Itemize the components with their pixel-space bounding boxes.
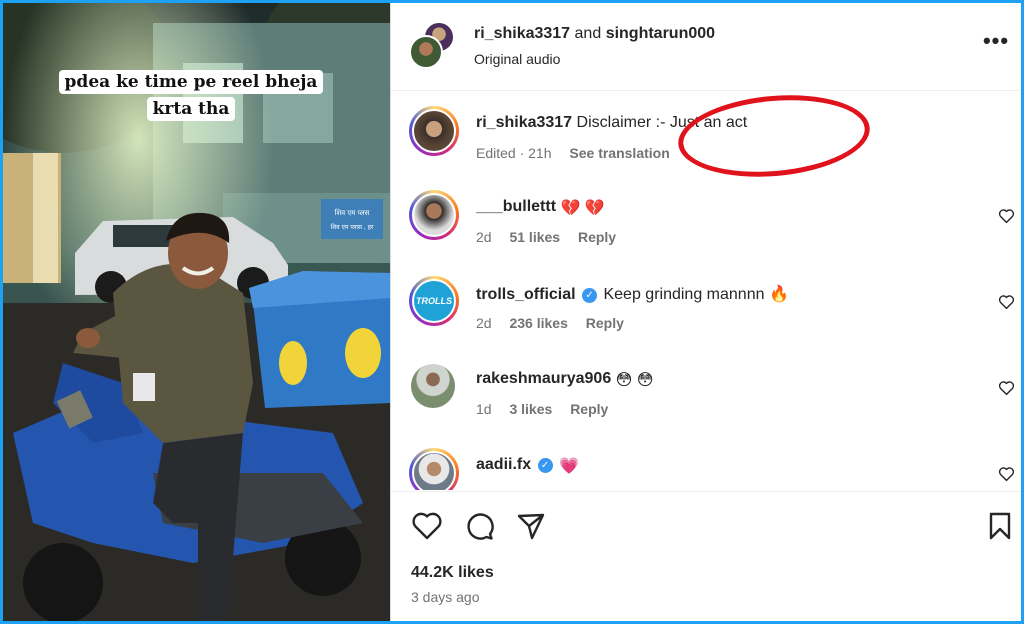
avatar[interactable]: TROLLS [409, 276, 459, 326]
comment-row: aadii.fx ✓ 💗 [391, 444, 1021, 490]
comment-likes[interactable]: 236 likes [509, 315, 567, 331]
username-link[interactable]: ri_shika3317 [474, 25, 570, 42]
save-bookmark-icon[interactable] [984, 510, 1016, 542]
post-likes-count[interactable]: 44.2K likes [411, 564, 494, 582]
verified-badge-icon: ✓ [582, 288, 598, 303]
avatar[interactable] [409, 190, 459, 240]
share-paper-plane-icon[interactable] [515, 510, 547, 542]
shop-sign-text-2: शिव एम प्लास , हर [331, 223, 374, 231]
comment-text: Disclaimer :- Just an act [576, 114, 748, 131]
avatar[interactable] [409, 448, 459, 490]
comment-likes[interactable]: 3 likes [509, 401, 552, 417]
post-header: ri_shika3317 and singhtarun000 Original … [391, 3, 1021, 91]
reply-button[interactable]: Reply [586, 315, 624, 331]
trolls-avatar-label: TROLLS [412, 279, 456, 323]
comment-time: 1d [476, 401, 492, 417]
username-link[interactable]: aadii.fx [476, 456, 531, 473]
comment-icon[interactable] [463, 510, 495, 542]
comment-text-line: rakeshmaurya906 😳 😳 [476, 370, 653, 390]
comment-likes[interactable]: 51 likes [509, 229, 560, 245]
comment-text: Keep grinding mannnn 🔥 [603, 286, 789, 303]
post-timestamp[interactable]: 3 days ago [411, 589, 480, 605]
reel-caption-line-1: pdea ke time pe reel bheja [58, 70, 324, 94]
comment-text-line: trolls_official ✓ Keep grinding mannnn 🔥 [476, 284, 789, 304]
comments-list[interactable]: ri_shika3317 Disclaimer :- Just an act E… [391, 92, 1021, 490]
like-heart-icon[interactable] [411, 510, 443, 542]
more-options-icon[interactable]: ••• [981, 30, 1011, 57]
reply-button[interactable]: Reply [578, 229, 616, 245]
comment-text: 💔 💔 [560, 200, 605, 217]
collab-usernames: ri_shika3317 and singhtarun000 [474, 25, 715, 43]
caption-comment: ri_shika3317 Disclaimer :- Just an act E… [391, 102, 1021, 182]
avatar[interactable] [409, 106, 459, 156]
app-frame: शिव एम प्लस शिव एम प्लास , हर pdea ke ti… [0, 0, 1024, 624]
shop-sign-text-1: शिव एम प्लस [335, 208, 370, 217]
reel-caption-overlay: pdea ke time pe reel bheja krta tha [52, 69, 330, 123]
reel-video[interactable]: शिव एम प्लस शिव एम प्लास , हर pdea ke ti… [3, 3, 390, 621]
username-link[interactable]: ___bullettt [476, 198, 556, 215]
reply-button[interactable]: Reply [570, 401, 608, 417]
username-link[interactable]: trolls_official [476, 286, 576, 303]
see-translation-link[interactable]: See translation [569, 145, 669, 161]
collab-joiner: and [574, 25, 602, 42]
comment-row: rakeshmaurya906 😳 😳 1d 3 likes Reply [391, 358, 1021, 438]
like-comment-heart-icon[interactable] [998, 380, 1015, 396]
audio-link[interactable]: Original audio [474, 51, 560, 67]
comment-time: 2d [476, 315, 492, 331]
comment-row: ___bullettt 💔 💔 2d 51 likes Reply [391, 186, 1021, 266]
avatar[interactable] [409, 35, 443, 69]
like-comment-heart-icon[interactable] [998, 208, 1015, 224]
comment-text-line: ___bullettt 💔 💔 [476, 198, 605, 218]
like-comment-heart-icon[interactable] [998, 466, 1015, 482]
username-link[interactable]: singhtarun000 [606, 25, 715, 42]
comment-meta: 2d 51 likes Reply [476, 229, 630, 245]
comment-time: 2d [476, 229, 492, 245]
comment-text-line: aadii.fx ✓ 💗 [476, 456, 579, 476]
comment-meta: Edited · 21h See translation [476, 145, 684, 161]
verified-badge-icon: ✓ [537, 458, 553, 473]
username-link[interactable]: rakeshmaurya906 [476, 370, 611, 387]
avatar[interactable] [411, 364, 455, 408]
reel-caption-line-2: krta tha [146, 97, 236, 121]
comment-meta: 2d 236 likes Reply [476, 315, 638, 331]
edited-timestamp: Edited · 21h [476, 145, 552, 161]
comment-text: 💗 [559, 458, 579, 475]
comment-meta: 1d 3 likes Reply [476, 401, 622, 417]
comment-text-line: ri_shika3317 Disclaimer :- Just an act [476, 114, 747, 132]
post-actions-bar: 44.2K likes 3 days ago [391, 491, 1021, 621]
like-comment-heart-icon[interactable] [998, 294, 1015, 310]
username-link[interactable]: ri_shika3317 [476, 114, 572, 131]
post-details-panel: ri_shika3317 and singhtarun000 Original … [390, 3, 1021, 621]
collab-avatars[interactable] [409, 21, 459, 71]
comment-text: 😳 😳 [615, 372, 654, 389]
comment-row: TROLLS trolls_official ✓ Keep grinding m… [391, 272, 1021, 352]
